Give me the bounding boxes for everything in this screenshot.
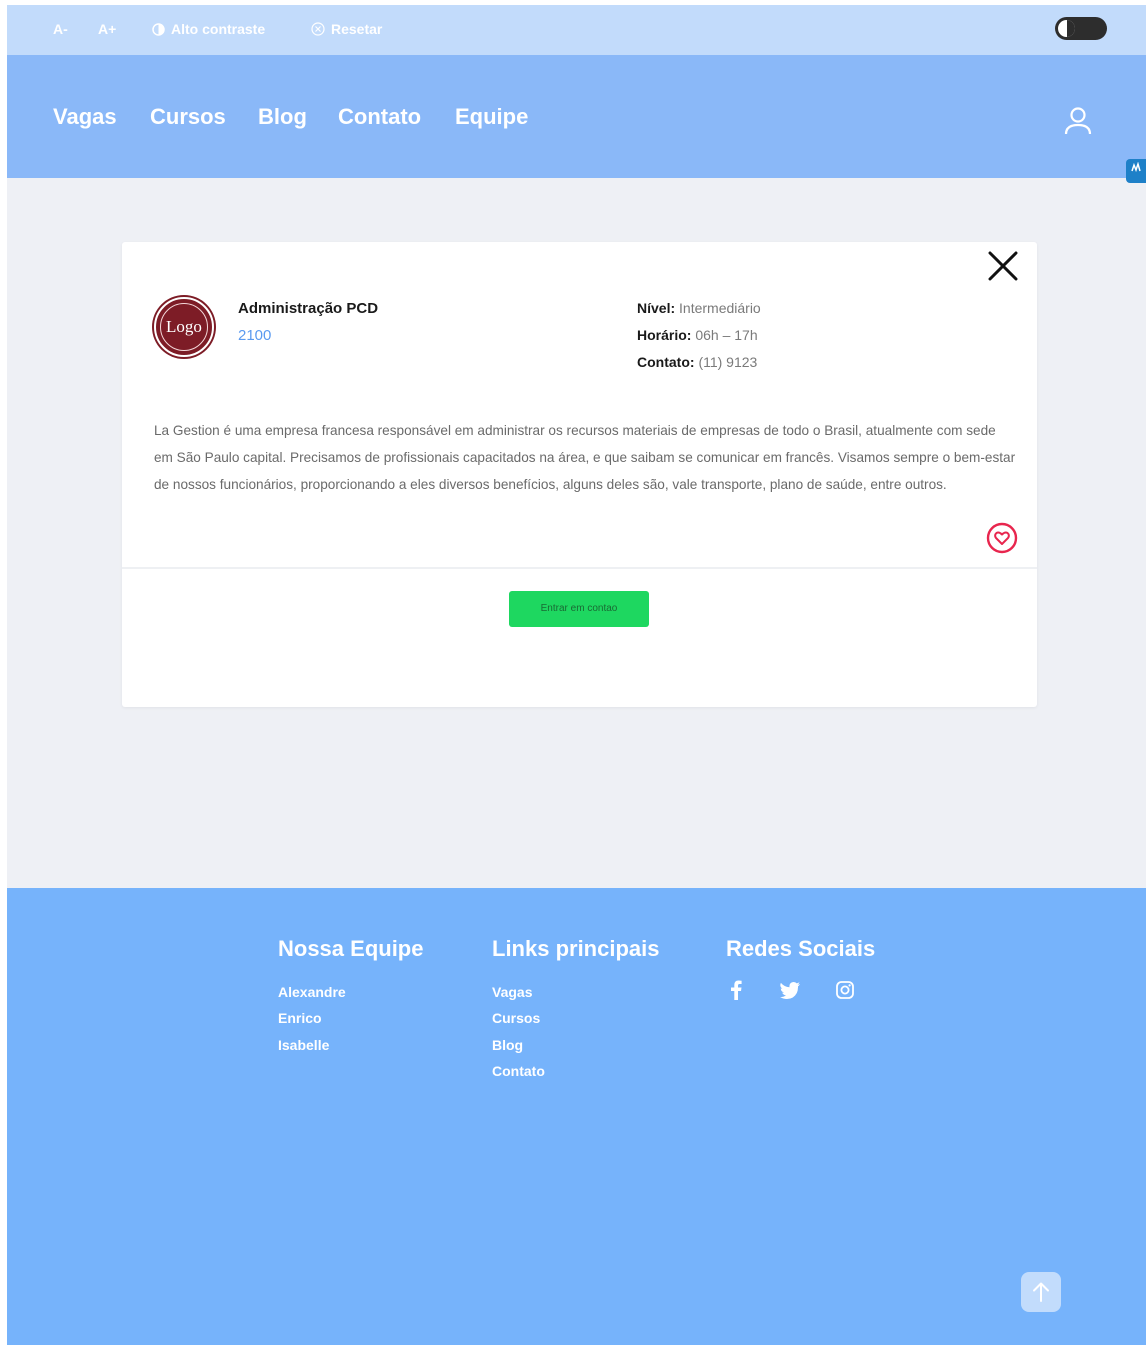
job-contact: Contato: (11) 9123: [637, 354, 757, 370]
job-code: 2100: [238, 327, 272, 344]
job-hours-value: 06h – 17h: [695, 327, 758, 343]
job-title: Administração PCD: [238, 300, 379, 317]
accessibility-bar: A- A+ Alto contraste Resetar: [7, 5, 1146, 55]
close-icon[interactable]: [986, 249, 1020, 283]
job-level-value: Intermediário: [679, 300, 761, 316]
footer-link-contato[interactable]: Contato: [492, 1063, 545, 1079]
links-heading: Links principais: [492, 936, 660, 961]
nav-link-equipe[interactable]: Equipe: [455, 104, 528, 130]
sign-language-widget[interactable]: [1126, 159, 1146, 183]
footer-link-cursos[interactable]: Cursos: [492, 1010, 540, 1026]
job-detail-card: Logo Administração PCD 2100 Nível: Inter…: [122, 242, 1037, 707]
favorite-heart-icon[interactable]: [986, 522, 1018, 554]
nav-link-blog[interactable]: Blog: [258, 104, 307, 130]
contact-button[interactable]: Entrar em contao: [509, 591, 649, 627]
footer-link-vagas[interactable]: Vagas: [492, 984, 532, 1000]
user-icon[interactable]: [1062, 105, 1094, 137]
nav-link-cursos[interactable]: Cursos: [150, 104, 226, 130]
job-hours-label: Horário:: [637, 327, 692, 343]
job-level: Nível: Intermediário: [637, 300, 761, 316]
page: A- A+ Alto contraste Resetar Vagas Curso…: [7, 5, 1146, 1345]
job-hours: Horário: 06h – 17h: [637, 327, 758, 343]
nav-link-vagas[interactable]: Vagas: [53, 104, 117, 130]
main-nav: Vagas Cursos Blog Contato Equipe: [7, 55, 1146, 178]
contrast-icon: [152, 23, 165, 36]
reset-button[interactable]: Resetar: [311, 21, 382, 37]
decrease-font-button[interactable]: A-: [53, 21, 68, 37]
reset-label: Resetar: [331, 21, 383, 37]
twitter-icon[interactable]: [780, 982, 800, 999]
increase-font-button[interactable]: A+: [98, 21, 116, 37]
team-heading: Nossa Equipe: [278, 936, 424, 961]
logo-text: Logo: [160, 303, 208, 351]
team-member-link[interactable]: Isabelle: [278, 1037, 329, 1053]
instagram-icon[interactable]: [836, 981, 854, 999]
theme-toggle-knob: [1058, 20, 1075, 37]
job-description: La Gestion é uma empresa francesa respon…: [154, 423, 1016, 492]
team-member-link[interactable]: Alexandre: [278, 984, 346, 1000]
arrow-up-icon: [1033, 1282, 1049, 1302]
social-heading: Redes Sociais: [726, 936, 876, 961]
job-level-label: Nível:: [637, 300, 676, 316]
facebook-icon[interactable]: [728, 980, 744, 1000]
job-contact-label: Contato:: [637, 354, 695, 370]
high-contrast-button[interactable]: Alto contraste: [152, 21, 265, 37]
hands-icon: [1131, 161, 1141, 173]
card-divider: [122, 567, 1037, 569]
footer-link-blog[interactable]: Blog: [492, 1037, 523, 1053]
back-to-top-button[interactable]: [1021, 1272, 1061, 1312]
nav-link-contato[interactable]: Contato: [338, 104, 421, 130]
team-member-link[interactable]: Enrico: [278, 1010, 322, 1026]
company-logo: Logo: [154, 297, 214, 357]
reset-icon: [311, 22, 325, 36]
footer: Nossa Equipe Alexandre Enrico Isabelle L…: [7, 888, 1146, 1345]
job-contact-value: (11) 9123: [698, 354, 758, 370]
high-contrast-label: Alto contraste: [171, 21, 266, 37]
theme-toggle[interactable]: [1055, 17, 1107, 40]
